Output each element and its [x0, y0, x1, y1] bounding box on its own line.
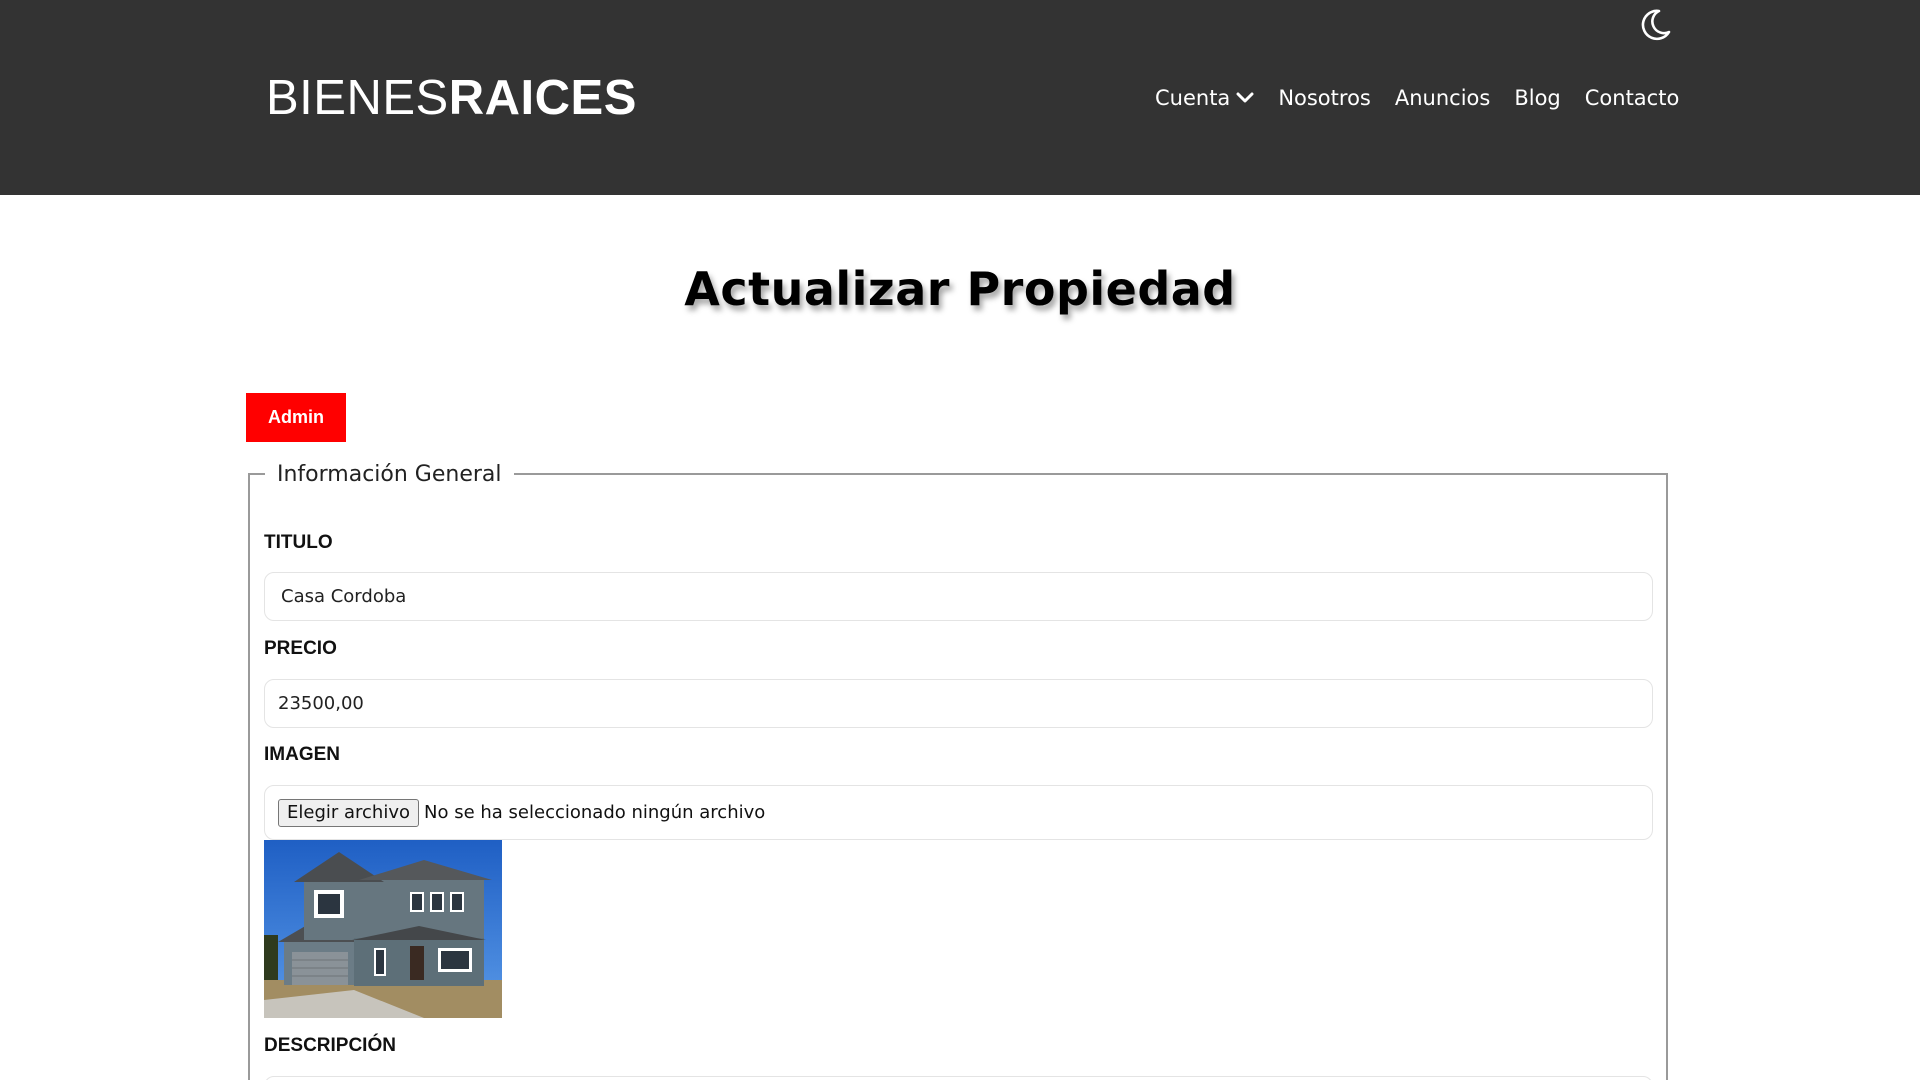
titulo-label: TITULO — [264, 532, 333, 553]
logo-bold-text: RAICES — [448, 71, 637, 125]
page-title: Actualizar Propiedad — [684, 262, 1236, 316]
nav-anuncios[interactable]: Anuncios — [1395, 86, 1490, 110]
descripcion-label: DESCRIPCIÓN — [264, 1035, 396, 1056]
descripcion-textarea[interactable] — [264, 1076, 1653, 1080]
property-image — [264, 840, 502, 1018]
precio-label: PRECIO — [264, 638, 337, 659]
imagen-label: IMAGEN — [264, 744, 340, 765]
choose-file-button[interactable]: Elegir archivo — [278, 798, 420, 827]
nav-nosotros[interactable]: Nosotros — [1278, 86, 1371, 110]
nav-contacto[interactable]: Contacto — [1585, 86, 1680, 110]
house-photo — [264, 840, 502, 1018]
file-status-text: No se ha seleccionado ningún archivo — [424, 802, 766, 823]
fieldset-legend: Información General — [265, 458, 514, 492]
titulo-input[interactable] — [264, 572, 1653, 621]
nav-cuenta[interactable]: Cuenta — [1155, 86, 1254, 110]
site-logo[interactable]: BIENESRAICES — [266, 68, 637, 128]
moon-icon[interactable] — [1640, 8, 1672, 42]
main-navigation: Cuenta Nosotros Anuncios Blog Contacto — [1155, 80, 1679, 116]
chevron-down-icon — [1236, 92, 1254, 103]
logo-light-text: BIENES — [266, 71, 449, 125]
precio-input[interactable] — [264, 679, 1653, 728]
nav-cuenta-label: Cuenta — [1155, 86, 1231, 110]
image-file-input[interactable]: Elegir archivo No se ha seleccionado nin… — [264, 785, 1653, 840]
site-header: BIENESRAICES Cuenta Nosotros Anuncios Bl… — [0, 0, 1920, 195]
admin-button[interactable]: Admin — [246, 393, 346, 442]
nav-blog[interactable]: Blog — [1514, 86, 1560, 110]
